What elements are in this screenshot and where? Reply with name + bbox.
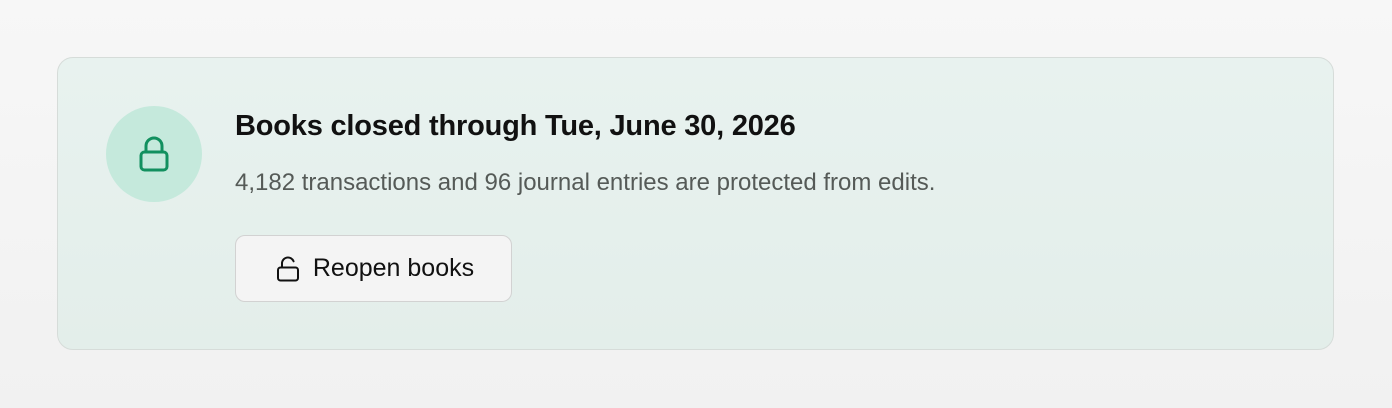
banner-title: Books closed through Tue, June 30, 2026: [235, 110, 796, 142]
lock-badge: [106, 106, 202, 202]
lock-icon: [132, 132, 176, 176]
banner-description: 4,182 transactions and 96 journal entrie…: [235, 169, 936, 196]
reopen-books-button[interactable]: Reopen books: [235, 235, 512, 302]
unlock-icon: [273, 254, 303, 284]
reopen-books-label: Reopen books: [312, 254, 475, 282]
books-closed-banner: Books closed through Tue, June 30, 2026 …: [57, 57, 1334, 350]
